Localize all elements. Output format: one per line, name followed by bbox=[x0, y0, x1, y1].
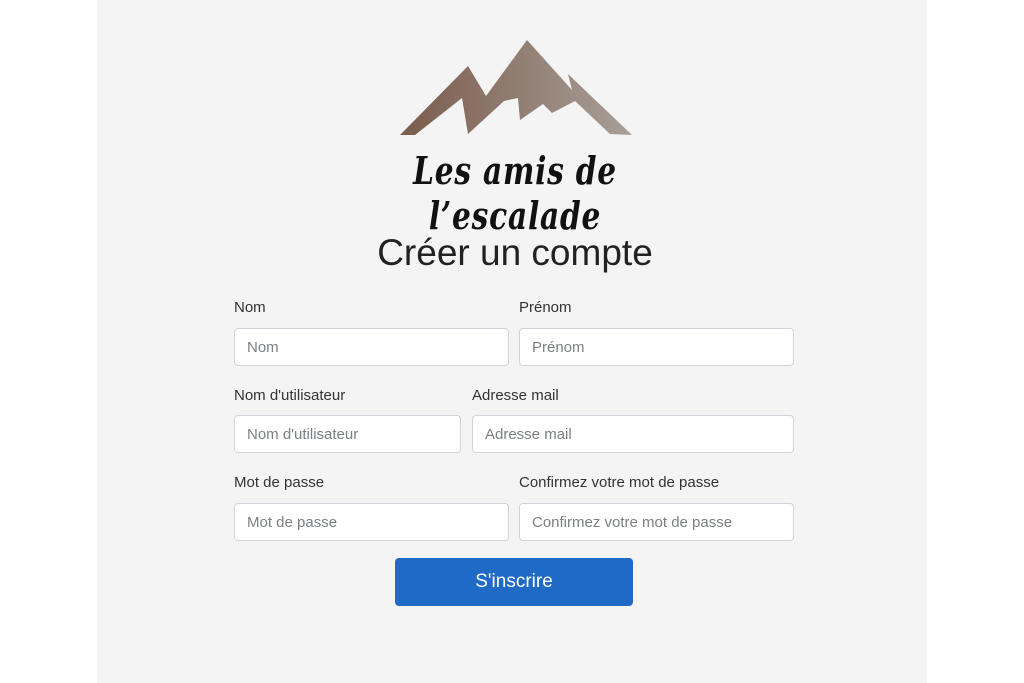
last-name-label: Nom bbox=[234, 299, 266, 316]
username-input[interactable] bbox=[234, 415, 461, 453]
confirm-password-label: Confirmez votre mot de passe bbox=[519, 474, 720, 491]
page-title: Créer un compte bbox=[377, 232, 653, 273]
last-name-input[interactable] bbox=[234, 328, 509, 366]
mountain-icon bbox=[400, 40, 632, 135]
email-input[interactable] bbox=[472, 415, 794, 453]
confirm-password-input[interactable] bbox=[519, 503, 794, 541]
email-label: Adresse mail bbox=[472, 387, 559, 404]
first-name-input[interactable] bbox=[519, 328, 794, 366]
password-label: Mot de passe bbox=[234, 474, 325, 491]
password-input[interactable] bbox=[234, 503, 509, 541]
signup-button[interactable]: S'inscrire bbox=[395, 558, 633, 606]
first-name-label: Prénom bbox=[519, 299, 572, 316]
brand-name: Les amis de l’escalade bbox=[413, 148, 617, 238]
username-label: Nom d'utilisateur bbox=[234, 387, 346, 404]
